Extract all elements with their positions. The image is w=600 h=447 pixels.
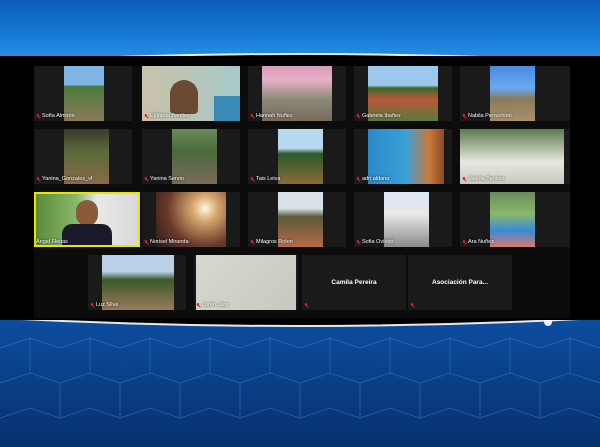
muted-mic-icon [144,113,148,119]
video-gallery: Sofía Almirón Epifania Benitez Hannah Nu… [34,66,570,318]
participant-video [36,194,138,245]
participant-tile[interactable]: Yanina_Gonzalez_vf [34,129,132,184]
participant-name: Sofía Almirón [42,113,75,119]
participant-name: Yanina Servin [150,176,184,182]
participant-name-center: Asociación Para... [432,279,488,286]
participant-tile[interactable]: Tais Leiva [248,129,346,184]
participant-tile[interactable]: Loren Jara [194,255,298,310]
participant-tile[interactable]: Epifania Benitez [142,66,240,121]
muted-mic-icon [250,239,254,245]
muted-mic-icon [304,303,308,308]
muted-mic-icon [90,302,94,308]
participant-name: Epifania Benitez [150,113,190,119]
participant-name: Yanina_Gonzalez_vf [42,176,93,182]
muted-mic-icon [36,113,40,119]
participant-name: Ángel Fleitas [36,239,68,245]
muted-mic-icon [356,113,360,119]
participant-name: Loren Jara [202,302,229,308]
participant-name: Luz Silva [96,302,119,308]
participant-name: Ara Nuñez [468,239,494,245]
participant-name: Milagros Rolon [256,239,293,245]
muted-mic-icon [250,176,254,182]
participant-tile[interactable]: Luz Silva [88,255,186,310]
participant-name: adri aldana [362,176,390,182]
muted-mic-icon [410,303,414,308]
muted-mic-icon [36,176,40,182]
participant-tile[interactable]: Milagros Rolon [248,192,346,247]
participant-name: Gabriela Ibañez [362,113,401,119]
participant-name: Valeria Benitez [468,176,505,182]
muted-mic-icon [462,113,466,119]
participant-name: Norisel Miranda [150,239,189,245]
muted-mic-icon [196,302,200,308]
participant-tile[interactable]: Yanina Servin [142,129,240,184]
participant-tile[interactable]: Sofía Almirón [34,66,132,121]
participant-name: Sofia Oviedo [362,239,394,245]
muted-mic-icon [250,113,254,119]
participant-tile[interactable]: adri aldana [354,129,452,184]
participant-name: Hannah Nuñez [256,113,293,119]
muted-mic-icon [144,176,148,182]
participant-tile[interactable]: Gabriela Ibañez [354,66,452,121]
muted-mic-icon [462,239,466,245]
muted-mic-icon [356,239,360,245]
participant-tile[interactable]: Sofia Oviedo [354,192,452,247]
participant-tile[interactable]: Valeria Benitez [460,129,570,184]
participant-name: Nabila Perruchino [468,113,512,119]
participant-tile[interactable]: Norisel Miranda [142,192,240,247]
participant-name-center: Camila Pereira [331,279,377,286]
muted-mic-icon [356,176,360,182]
muted-mic-icon [462,176,466,182]
participant-tile-video-off[interactable]: Camila Pereira [302,255,406,310]
muted-mic-icon [144,239,148,245]
participant-video [278,129,323,184]
participant-tile[interactable]: Hannah Nuñez [248,66,346,121]
participant-tile-active-speaker[interactable]: Ángel Fleitas [34,192,140,247]
participant-tile[interactable]: Ara Nuñez [460,192,570,247]
participant-tile-video-off[interactable]: Asociación Para... [408,255,512,310]
participant-name: Tais Leiva [256,176,281,182]
participant-tile[interactable]: Nabila Perruchino [460,66,570,121]
participant-video [490,192,535,247]
